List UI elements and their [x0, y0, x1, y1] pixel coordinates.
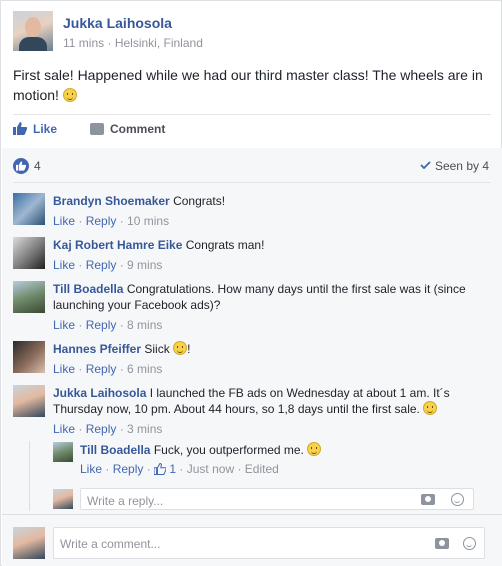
reply-like-count[interactable]: 1	[169, 462, 176, 476]
comment-label: Comment	[110, 122, 166, 136]
commenter-avatar[interactable]	[13, 385, 45, 417]
comment-text: Congrats!	[173, 194, 226, 208]
comment-reply-link[interactable]: Reply	[86, 258, 117, 272]
comment-body: Brandyn Shoemaker Congrats!	[53, 193, 493, 209]
comment-body: Till Boadella Congratulations. How many …	[53, 281, 493, 313]
reply-edited[interactable]: Edited	[245, 462, 279, 476]
comment-like-link[interactable]: Like	[53, 258, 75, 272]
post-text: First sale! Happened while we had our th…	[13, 65, 491, 105]
comment-time[interactable]: 3 mins	[127, 422, 162, 436]
meta-separator: ·	[107, 36, 112, 50]
reply-actions: Like · Reply · 1 · Just now · Edited	[80, 462, 279, 476]
comment-time[interactable]: 10 mins	[127, 214, 169, 228]
commenter-name[interactable]: Brandyn Shoemaker	[53, 194, 170, 208]
comment-text: Congrats man!	[185, 238, 265, 252]
comment-time[interactable]: 9 mins	[127, 258, 162, 272]
comment-reply-link[interactable]: Reply	[86, 214, 117, 228]
comment-like-link[interactable]: Like	[53, 318, 75, 332]
thread-line	[29, 441, 30, 511]
comment-reply-link[interactable]: Reply	[86, 362, 117, 376]
check-icon	[420, 161, 431, 169]
comment-body: Hannes Pfeiffer Siick !	[53, 341, 493, 357]
comment-actions: Like · Reply · 9 mins	[53, 258, 163, 272]
seen-by-label: Seen by 4	[434, 159, 489, 173]
post-time[interactable]: 11 mins	[63, 36, 104, 50]
comment-icon	[90, 123, 104, 135]
comment-body: Kaj Robert Hamre Eike Congrats man!	[53, 237, 493, 253]
comment-like-link[interactable]: Like	[53, 214, 75, 228]
comment-actions: Like · Reply · 3 mins	[53, 422, 163, 436]
comment-reply-link[interactable]: Reply	[86, 318, 117, 332]
comment-input[interactable]: Write a comment...	[53, 527, 485, 559]
comment-actions: Like · Reply · 10 mins	[53, 214, 170, 228]
reply-time[interactable]: Just now	[187, 462, 234, 476]
smile-emoji-icon	[62, 88, 77, 102]
reactions-summary: 4 Seen by 4	[2, 148, 502, 182]
replier-name[interactable]: Till Boadella	[80, 443, 150, 457]
smile-icon[interactable]	[463, 537, 476, 550]
replier-avatar[interactable]	[53, 442, 73, 462]
commenter-name[interactable]: Kaj Robert Hamre Eike	[53, 238, 182, 252]
smile-emoji-icon	[173, 341, 188, 355]
commenter-avatar[interactable]	[13, 193, 45, 225]
like-count[interactable]: 4	[34, 159, 41, 173]
comment-placeholder: Write a comment...	[60, 537, 161, 551]
comment-time[interactable]: 6 mins	[127, 362, 162, 376]
post-meta: 11 mins · Helsinki, Finland	[63, 36, 203, 50]
comment-like-link[interactable]: Like	[53, 362, 75, 376]
reply-input[interactable]: Write a reply...	[80, 488, 474, 510]
post-location[interactable]: Helsinki, Finland	[115, 36, 203, 50]
commenter-name[interactable]: Till Boadella	[53, 282, 123, 296]
divider	[13, 182, 491, 183]
like-label: Like	[33, 122, 58, 136]
comment-button[interactable]: Comment	[90, 122, 165, 136]
thumbs-up-icon	[154, 463, 167, 475]
like-icon	[13, 122, 27, 135]
commenter-avatar[interactable]	[13, 237, 45, 269]
commenter-avatar[interactable]	[13, 341, 45, 373]
comment-text: Siick	[144, 342, 170, 356]
commenter-name[interactable]: Hannes Pfeiffer	[53, 342, 141, 356]
commenter-name[interactable]: Jukka Laihosola	[53, 386, 146, 400]
reply-body: Till Boadella Fuck, you outperformed me.	[80, 442, 480, 458]
post-author[interactable]: Jukka Laihosola	[63, 15, 172, 31]
reply-placeholder: Write a reply...	[87, 494, 164, 508]
current-user-avatar	[53, 489, 73, 509]
comment-actions: Like · Reply · 6 mins	[53, 362, 163, 376]
comments-area: 4 Seen by 4 Brandyn Shoemaker Congrats! …	[2, 148, 502, 566]
post-text-body: First sale! Happened while we had our th…	[13, 67, 483, 103]
smile-emoji-icon	[307, 442, 322, 456]
comment-text-after: !	[187, 342, 191, 356]
smile-emoji-icon	[423, 401, 438, 415]
like-button[interactable]: Like	[13, 122, 57, 136]
current-user-avatar	[13, 527, 45, 559]
author-avatar[interactable]	[13, 11, 53, 51]
reply-text: Fuck, you outperformed me.	[153, 443, 304, 457]
comment-reply-link[interactable]: Reply	[86, 422, 117, 436]
comment-like-link[interactable]: Like	[53, 422, 75, 436]
comment-actions: Like · Reply · 8 mins	[53, 318, 163, 332]
smile-icon[interactable]	[451, 493, 464, 506]
comment-time[interactable]: 8 mins	[127, 318, 162, 332]
camera-icon[interactable]	[421, 494, 435, 505]
post-card: Jukka Laihosola 11 mins · Helsinki, Finl…	[0, 0, 502, 566]
divider	[2, 514, 502, 515]
divider	[13, 114, 491, 115]
comment-body: Jukka Laihosola I launched the FB ads on…	[53, 385, 493, 417]
like-badge-icon[interactable]	[13, 158, 29, 174]
reply-like-link[interactable]: Like	[80, 462, 102, 476]
camera-icon[interactable]	[435, 538, 449, 549]
commenter-avatar[interactable]	[13, 281, 45, 313]
reply-reply-link[interactable]: Reply	[113, 462, 144, 476]
seen-by[interactable]: Seen by 4	[420, 159, 489, 173]
